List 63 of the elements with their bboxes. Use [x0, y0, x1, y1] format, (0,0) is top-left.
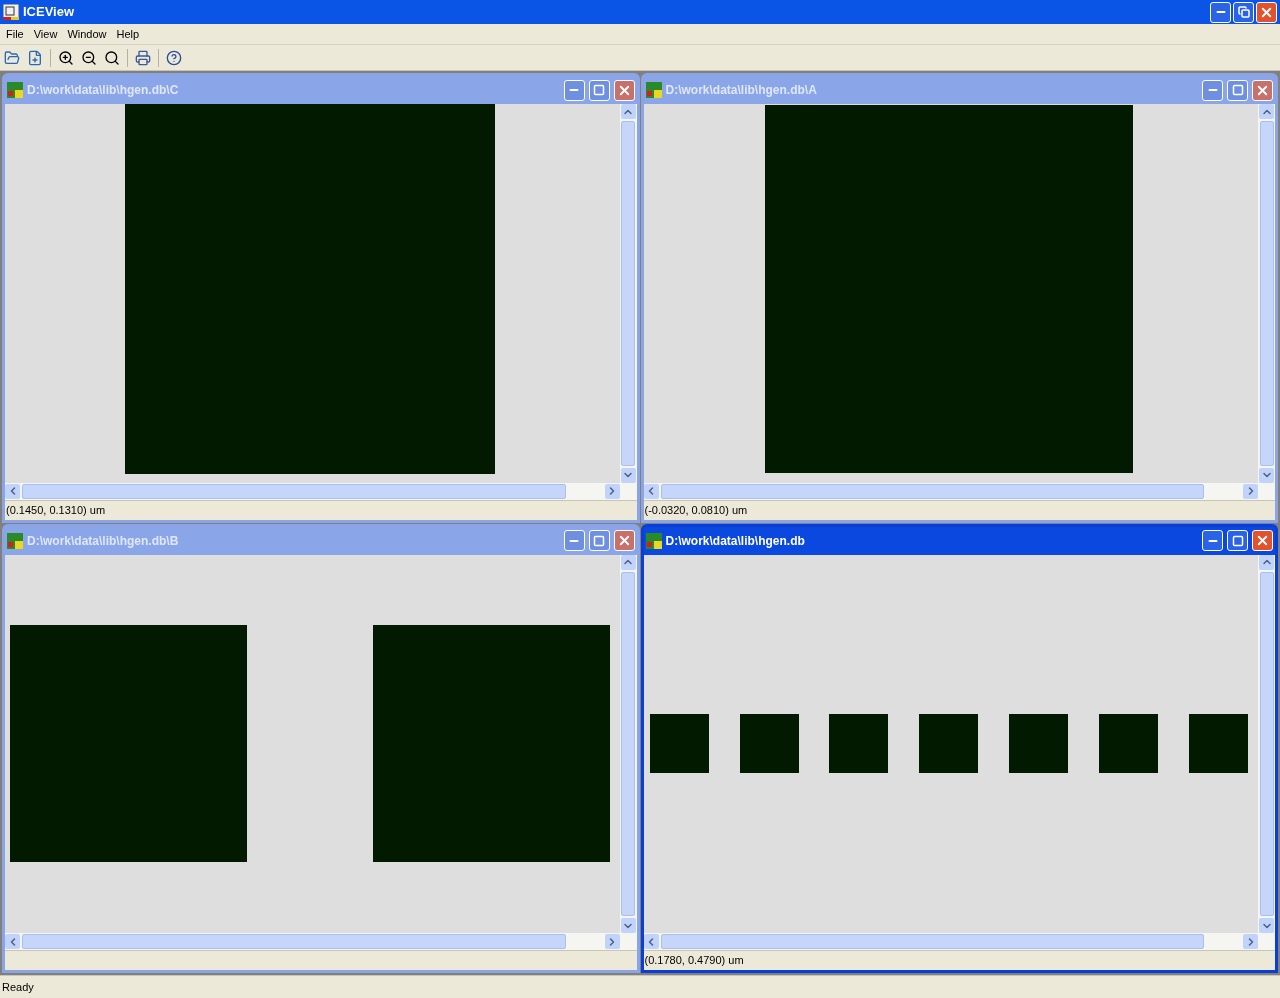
scroll-thumb[interactable]: [621, 571, 635, 916]
document-title: D:\work\data\lib\hgen.db: [665, 532, 806, 550]
cursor-coordinates: (0.1780, 0.4790) um: [644, 953, 744, 969]
menu-item[interactable]: File: [1, 25, 29, 43]
close-button[interactable]: [1252, 79, 1273, 101]
scroll-thumb[interactable]: [660, 483, 1205, 499]
close-button[interactable]: [1256, 1, 1277, 23]
document-title: D:\work\data\lib\hgen.db\A: [665, 82, 818, 99]
minimize-button[interactable]: [1210, 1, 1231, 23]
scroll-thumb[interactable]: [22, 934, 566, 949]
scroll-left-icon[interactable]: [643, 934, 659, 949]
scroll-thumb[interactable]: [621, 121, 635, 466]
scroll-right-icon[interactable]: [604, 934, 620, 949]
scroll-left-icon[interactable]: [643, 483, 659, 499]
scroll-thumb[interactable]: [1259, 571, 1274, 916]
vertical-scrollbar[interactable]: [1258, 554, 1275, 933]
close-button[interactable]: [613, 79, 635, 101]
scroll-down-icon[interactable]: [620, 467, 636, 483]
cursor-coordinates: (-0.0320, 0.0810) um: [644, 502, 748, 518]
close-button[interactable]: [613, 530, 635, 551]
maximize-button[interactable]: [588, 530, 610, 551]
minimize-button[interactable]: [1202, 79, 1223, 101]
scroll-right-icon[interactable]: [1243, 934, 1258, 949]
scroll-up-icon[interactable]: [1259, 104, 1274, 119]
scroll-down-icon[interactable]: [1259, 467, 1274, 483]
maximize-icon: [593, 534, 605, 547]
maximize-icon: [593, 84, 605, 96]
window-title: ICEView: [23, 3, 76, 22]
restore-icon: [1237, 6, 1250, 18]
menu-item[interactable]: Help: [111, 25, 145, 43]
scroll-thumb[interactable]: [1259, 121, 1274, 466]
app-icon: [7, 532, 23, 549]
menu-item[interactable]: View: [28, 25, 63, 43]
maximize-button[interactable]: [588, 79, 610, 101]
minimize-button[interactable]: [1202, 530, 1223, 551]
app-icon: [645, 82, 662, 98]
restore-button[interactable]: [1233, 1, 1254, 23]
scroll-right-icon[interactable]: [604, 483, 620, 499]
scroll-left-icon[interactable]: [5, 934, 20, 949]
scroll-down-icon[interactable]: [620, 918, 636, 933]
app-icon: [645, 532, 662, 549]
document-title: D:\work\data\lib\hgen.db\C: [27, 82, 180, 99]
menu-item[interactable]: Window: [62, 25, 112, 43]
scroll-right-icon[interactable]: [1243, 483, 1258, 499]
close-icon: [1255, 533, 1270, 548]
scroll-left-icon[interactable]: [5, 483, 20, 499]
scroll-thumb[interactable]: [22, 483, 566, 499]
close-button[interactable]: [1252, 530, 1273, 551]
app-icon: [3, 4, 19, 20]
vertical-scrollbar[interactable]: [1258, 104, 1275, 483]
maximize-icon: [1231, 534, 1244, 547]
app-icon: [7, 82, 23, 98]
document-title: D:\work\data\lib\hgen.db\B: [27, 532, 180, 550]
maximize-button[interactable]: [1227, 530, 1248, 551]
status-text: Ready: [2, 979, 34, 995]
minimize-button[interactable]: [563, 79, 585, 101]
scroll-thumb[interactable]: [660, 934, 1205, 949]
minimize-button[interactable]: [563, 530, 585, 551]
cursor-coordinates: (0.1450, 0.1310) um: [6, 502, 106, 518]
maximize-icon: [1231, 84, 1244, 96]
scroll-up-icon[interactable]: [620, 104, 636, 119]
maximize-button[interactable]: [1227, 79, 1248, 101]
scroll-down-icon[interactable]: [1259, 918, 1274, 933]
